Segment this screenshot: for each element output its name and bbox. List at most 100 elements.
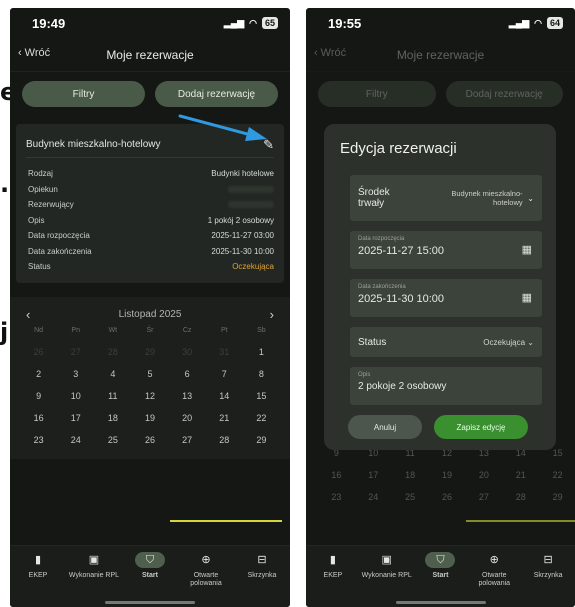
add-reservation-button[interactable]: Dodaj rezerwację [155,81,278,107]
chevron-down-icon: ⌄ [527,193,534,203]
shield-icon: ⛉ [135,552,165,568]
calendar-day[interactable]: 25 [94,429,131,451]
calendar-prev-month-button[interactable]: ‹ [26,307,30,322]
calendar-day[interactable]: 18 [94,407,131,429]
detail-value: 2025-11-30 10:00 [211,246,274,256]
calendar-day[interactable]: 26 [429,486,466,508]
start-date-field[interactable]: Data rozpoczęcia 2025-11-27 15:00 ▦ [350,231,542,269]
filters-button[interactable]: Filtry [318,81,436,107]
calendar-day[interactable]: 27 [57,341,94,363]
calendar-day[interactable]: 4 [94,363,131,385]
filters-button[interactable]: Filtry [22,81,145,107]
cancel-button[interactable]: Anuluj [348,415,422,439]
calendar-day[interactable]: 19 [429,464,466,486]
tab-wykonanie-rpl[interactable]: ▣ Wykonanie RPL [67,552,121,607]
save-edit-button[interactable]: Zapisz edycję [434,415,528,439]
calendar-day[interactable]: 15 [243,385,280,407]
description-value: 2 pokoje 2 osobowy [358,381,447,392]
calendar-day[interactable]: 29 [539,486,575,508]
target-icon: ⊕ [201,554,211,566]
calendar-day[interactable]: 26 [20,341,57,363]
calendar: ‹ Listopad 2025 › Nd Pn Wt Śr Cz Pt Sb 26 27 28 2… [10,296,290,459]
calendar-week: 2345678 [20,363,280,385]
calendar-day[interactable]: 19 [131,407,168,429]
calendar-day[interactable]: 24 [57,429,94,451]
battery-icon: 64 [546,17,563,29]
detail-value: Budynki hotelowe [211,169,274,179]
tab-wykonanie-rpl[interactable]: ▣ Wykonanie RPL [360,552,414,607]
calendar-day[interactable]: 5 [131,363,168,385]
calendar-day[interactable]: 11 [94,385,131,407]
calendar-week: 9 10 11 12 13 14 15 [20,385,280,407]
calendar-day[interactable]: 14 [206,385,243,407]
calendar-day[interactable]: 16 [20,407,57,429]
calendar-day[interactable]: 30 [169,341,206,363]
calendar-day[interactable]: 27 [465,486,502,508]
calendar-day[interactable]: 26 [131,429,168,451]
tab-label: Wykonanie RPL [68,572,120,579]
tab-otwarte-polowania[interactable]: ⊕ Otwarte polowania [179,552,233,607]
description-field[interactable]: Opis 2 pokoje 2 osobowy [350,367,542,405]
tab-ekep[interactable]: ▮ EKEP [11,552,65,607]
calendar-next-month-button[interactable]: › [270,307,274,322]
calendar-day[interactable]: 31 [206,341,243,363]
calendar-week: 23 24 25 26 27 28 29 [318,486,575,508]
calendar-day[interactable]: 29 [131,341,168,363]
calendar-day[interactable]: 29 [243,429,280,451]
calendar-day[interactable]: 27 [169,429,206,451]
back-button[interactable]: ‹ Wróć [314,47,346,59]
end-date-field[interactable]: Data zakończenia 2025-11-30 10:00 ▦ [350,279,542,317]
tab-start[interactable]: ⛉ Start [414,552,468,607]
calendar-day[interactable]: 12 [131,385,168,407]
tab-label: Start [432,572,449,579]
calendar-day[interactable]: 28 [206,429,243,451]
calendar-day[interactable]: 2 [20,363,57,385]
weekday-label: Cz [182,326,192,334]
home-indicator [395,601,486,604]
calendar-day[interactable]: 16 [318,464,355,486]
calendar-day[interactable]: 9 [20,385,57,407]
calendar-day[interactable]: 17 [355,464,392,486]
calendar-day[interactable]: 21 [206,407,243,429]
tab-start[interactable]: ⛉ Start [123,552,177,607]
back-button[interactable]: ‹ Wróć [18,47,50,59]
tab-label: EKEP [28,572,48,579]
calendar-day[interactable]: 25 [392,486,429,508]
detail-label: Data rozpoczęcia [28,231,90,241]
calendar-day[interactable]: 20 [169,407,206,429]
calendar-day[interactable]: 17 [57,407,94,429]
status-select[interactable]: Status Oczekująca ⌄ [350,327,542,357]
calendar-day[interactable]: 7 [206,363,243,385]
tab-skrzynka[interactable]: ⊟ Skrzynka [235,552,289,607]
calendar-day[interactable]: 22 [539,464,575,486]
tab-otwarte-polowania[interactable]: ⊕ Otwarte polowania [467,552,521,607]
calendar-day[interactable]: 28 [94,341,131,363]
calendar-day[interactable]: 6 [169,363,206,385]
end-date-label: Data zakończenia [358,284,406,290]
calendar-day[interactable]: 23 [20,429,57,451]
tab-label: Start [142,572,158,579]
calendar-day[interactable]: 8 [243,363,280,385]
calendar-day[interactable]: 21 [502,464,539,486]
tab-ekep[interactable]: ▮ EKEP [306,552,360,607]
calendar-day[interactable]: 20 [465,464,502,486]
navigation-bar: ‹ Wróć Moje rezerwacje [306,38,575,72]
calendar-day[interactable]: 23 [318,486,355,508]
tab-skrzynka[interactable]: ⊟ Skrzynka [521,552,575,607]
asset-select[interactable]: Środek trwały Budynek mieszkalno-hotelow… [350,175,542,221]
calendar-day[interactable]: 10 [57,385,94,407]
reservation-title: Budynek mieszkalno-hotelowy [26,139,161,150]
calendar-day[interactable]: 28 [502,486,539,508]
calendar-icon[interactable]: ▦ [522,243,532,256]
calendar-day[interactable]: 13 [169,385,206,407]
calendar-icon[interactable]: ▦ [522,291,532,304]
calendar-day[interactable]: 1 [243,341,280,363]
calendar-day[interactable]: 3 [57,363,94,385]
weekday-label: Śr [146,326,154,334]
add-reservation-button[interactable]: Dodaj rezerwację [445,81,563,107]
home-indicator [105,601,195,604]
detail-row: Rodzaj Budynki hotelowe [26,166,274,182]
calendar-day[interactable]: 18 [392,464,429,486]
calendar-day[interactable]: 22 [243,407,280,429]
calendar-day[interactable]: 24 [355,486,392,508]
